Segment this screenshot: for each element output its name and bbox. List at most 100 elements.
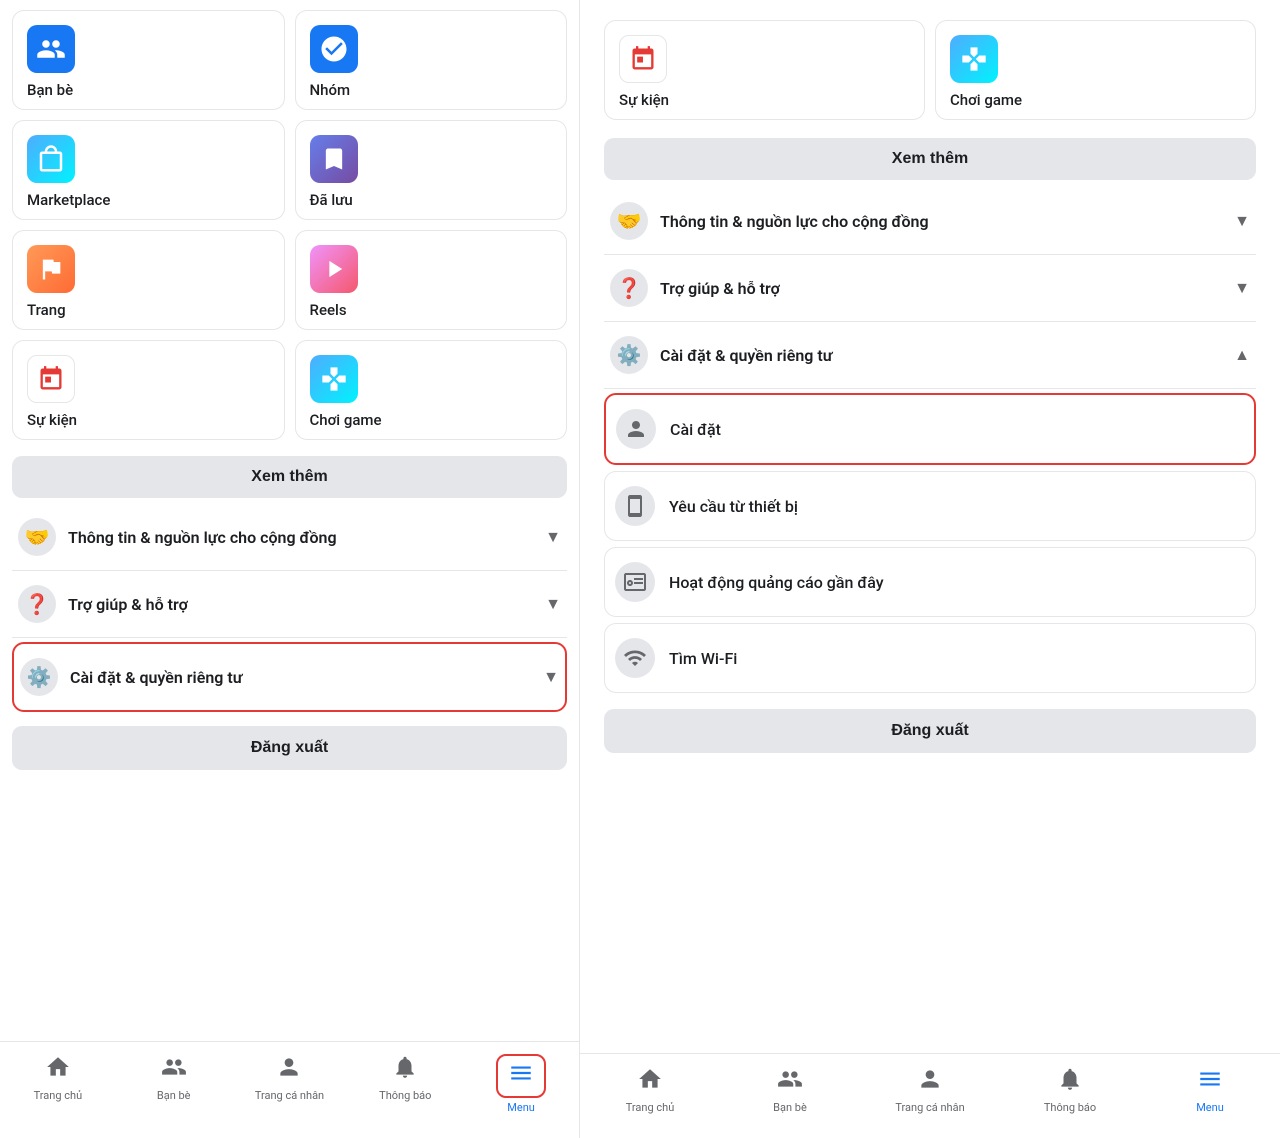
right-see-more-button[interactable]: Xem thêm: [604, 138, 1256, 180]
grid-item-su-kien[interactable]: Sự kiện: [12, 340, 285, 440]
nav-thong-bao-label: Thông báo: [379, 1089, 431, 1102]
right-nav-thong-bao-label: Thông báo: [1044, 1101, 1096, 1114]
bell-icon: [392, 1054, 418, 1086]
right-logout-button[interactable]: Đăng xuất: [604, 709, 1256, 753]
nav-trang-chu-label: Trang chủ: [34, 1089, 83, 1102]
right-cai-dat-label: Cài đặt & quyền riêng tư: [660, 346, 1222, 365]
nav-profile[interactable]: Trang cá nhân: [232, 1050, 348, 1118]
right-friends-icon: [777, 1066, 803, 1098]
right-panel-content: Sự kiện Chơi game Xem thêm 🤝 Thông tin &…: [580, 0, 1280, 1053]
grid-item-reels[interactable]: Reels: [295, 230, 568, 330]
profile-icon: [276, 1054, 302, 1086]
choi-game-label: Chơi game: [310, 411, 382, 429]
right-grid-su-kien[interactable]: Sự kiện: [604, 20, 925, 120]
right-thong-tin-chevron: ▼: [1234, 211, 1250, 231]
right-nav-thong-bao[interactable]: Thông báo: [1000, 1062, 1140, 1118]
thong-tin-label: Thông tin & nguồn lực cho cộng đồng: [68, 528, 533, 547]
shortcut-grid: Bạn bè Nhóm Marketplace: [12, 0, 567, 450]
nav-menu[interactable]: Menu: [463, 1050, 579, 1118]
sub-hoat-dong[interactable]: Hoạt động quảng cáo gần đây: [604, 547, 1256, 617]
right-nav-ban-be[interactable]: Bạn bè: [720, 1062, 860, 1118]
sub-tim-wifi-icon: [615, 638, 655, 678]
grid-item-trang[interactable]: Trang: [12, 230, 285, 330]
sub-yeu-cau[interactable]: Yêu cầu từ thiết bị: [604, 471, 1256, 541]
right-cai-dat-icon: ⚙️: [610, 336, 648, 374]
tro-giup-label: Trợ giúp & hỗ trợ: [68, 595, 533, 614]
sub-cai-dat-icon: [616, 409, 656, 449]
nav-trang-chu[interactable]: Trang chủ: [0, 1050, 116, 1118]
left-panel-content: Bạn bè Nhóm Marketplace: [0, 0, 579, 1041]
right-menu-cai-dat[interactable]: ⚙️ Cài đặt & quyền riêng tư ▲: [604, 322, 1256, 389]
su-kien-label: Sự kiện: [27, 411, 77, 429]
menu-cai-dat[interactable]: ⚙️ Cài đặt & quyền riêng tư ▼: [12, 642, 567, 712]
sub-hoat-dong-icon: [615, 562, 655, 602]
nav-profile-label: Trang cá nhân: [255, 1089, 324, 1102]
ban-be-icon: [27, 25, 75, 73]
reels-icon: [310, 245, 358, 293]
da-luu-label: Đã lưu: [310, 191, 353, 209]
grid-item-nhom[interactable]: Nhóm: [295, 10, 568, 110]
right-choi-game-icon: [950, 35, 998, 83]
ban-be-label: Bạn bè: [27, 81, 73, 99]
grid-item-marketplace[interactable]: Marketplace: [12, 120, 285, 220]
grid-item-choi-game[interactable]: Chơi game: [295, 340, 568, 440]
cai-dat-chevron: ▼: [543, 667, 559, 687]
menu-nav-highlighted[interactable]: [496, 1054, 546, 1098]
nhom-icon: [310, 25, 358, 73]
home-icon: [45, 1054, 71, 1086]
sub-cai-dat[interactable]: Cài đặt: [604, 393, 1256, 465]
menu-icon: [508, 1060, 534, 1092]
thong-tin-icon: 🤝: [18, 518, 56, 556]
sub-tim-wifi[interactable]: Tìm Wi-Fi: [604, 623, 1256, 693]
choi-game-icon: [310, 355, 358, 403]
right-nav-profile[interactable]: Trang cá nhân: [860, 1062, 1000, 1118]
cai-dat-icon: ⚙️: [20, 658, 58, 696]
nav-thong-bao[interactable]: Thông báo: [347, 1050, 463, 1118]
right-nav-trang-chu[interactable]: Trang chủ: [580, 1062, 720, 1118]
nav-ban-be-label: Bạn bè: [157, 1089, 191, 1102]
nav-menu-label: Menu: [507, 1101, 535, 1114]
right-thong-tin-icon: 🤝: [610, 202, 648, 240]
friends-icon: [161, 1054, 187, 1086]
right-tro-giup-chevron: ▼: [1234, 278, 1250, 298]
nav-ban-be[interactable]: Bạn bè: [116, 1050, 232, 1118]
grid-item-ban-be[interactable]: Bạn bè: [12, 10, 285, 110]
logout-button[interactable]: Đăng xuất: [12, 726, 567, 770]
reels-label: Reels: [310, 301, 347, 319]
right-bottom-nav: Trang chủ Bạn bè Trang cá nhân Thông báo…: [580, 1053, 1280, 1138]
right-nav-profile-label: Trang cá nhân: [895, 1101, 964, 1114]
sub-cai-dat-label: Cài đặt: [670, 420, 721, 439]
su-kien-icon: [27, 355, 75, 403]
right-home-icon: [637, 1066, 663, 1098]
right-choi-game-label: Chơi game: [950, 91, 1022, 109]
tro-giup-chevron: ▼: [545, 594, 561, 614]
trang-icon: [27, 245, 75, 293]
cai-dat-label: Cài đặt & quyền riêng tư: [70, 668, 531, 687]
right-su-kien-label: Sự kiện: [619, 91, 669, 109]
left-bottom-nav: Trang chủ Bạn bè Trang cá nhân Thông báo: [0, 1041, 579, 1138]
marketplace-icon: [27, 135, 75, 183]
right-tro-giup-label: Trợ giúp & hỗ trợ: [660, 279, 1222, 298]
right-nav-ban-be-label: Bạn bè: [773, 1101, 807, 1114]
right-nav-menu[interactable]: Menu: [1140, 1062, 1280, 1118]
see-more-button[interactable]: Xem thêm: [12, 456, 567, 498]
menu-tro-giup[interactable]: ❓ Trợ giúp & hỗ trợ ▼: [12, 571, 567, 638]
right-panel: Sự kiện Chơi game Xem thêm 🤝 Thông tin &…: [580, 0, 1280, 1138]
menu-thong-tin[interactable]: 🤝 Thông tin & nguồn lực cho cộng đồng ▼: [12, 504, 567, 571]
right-thong-tin-label: Thông tin & nguồn lực cho cộng đồng: [660, 212, 1222, 231]
sub-hoat-dong-label: Hoạt động quảng cáo gần đây: [669, 573, 884, 592]
marketplace-label: Marketplace: [27, 191, 110, 209]
right-profile-icon: [917, 1066, 943, 1098]
right-top-partial: Sự kiện Chơi game: [592, 0, 1268, 130]
trang-label: Trang: [27, 301, 66, 319]
right-menu-thong-tin[interactable]: 🤝 Thông tin & nguồn lực cho cộng đồng ▼: [604, 188, 1256, 255]
right-bell-icon: [1057, 1066, 1083, 1098]
sub-yeu-cau-label: Yêu cầu từ thiết bị: [669, 497, 798, 516]
sub-tim-wifi-label: Tìm Wi-Fi: [669, 649, 737, 668]
right-grid-choi-game[interactable]: Chơi game: [935, 20, 1256, 120]
grid-item-da-luu[interactable]: Đã lưu: [295, 120, 568, 220]
right-menu-tro-giup[interactable]: ❓ Trợ giúp & hỗ trợ ▼: [604, 255, 1256, 322]
left-panel: Bạn bè Nhóm Marketplace: [0, 0, 580, 1138]
right-cai-dat-chevron: ▲: [1234, 345, 1250, 365]
da-luu-icon: [310, 135, 358, 183]
